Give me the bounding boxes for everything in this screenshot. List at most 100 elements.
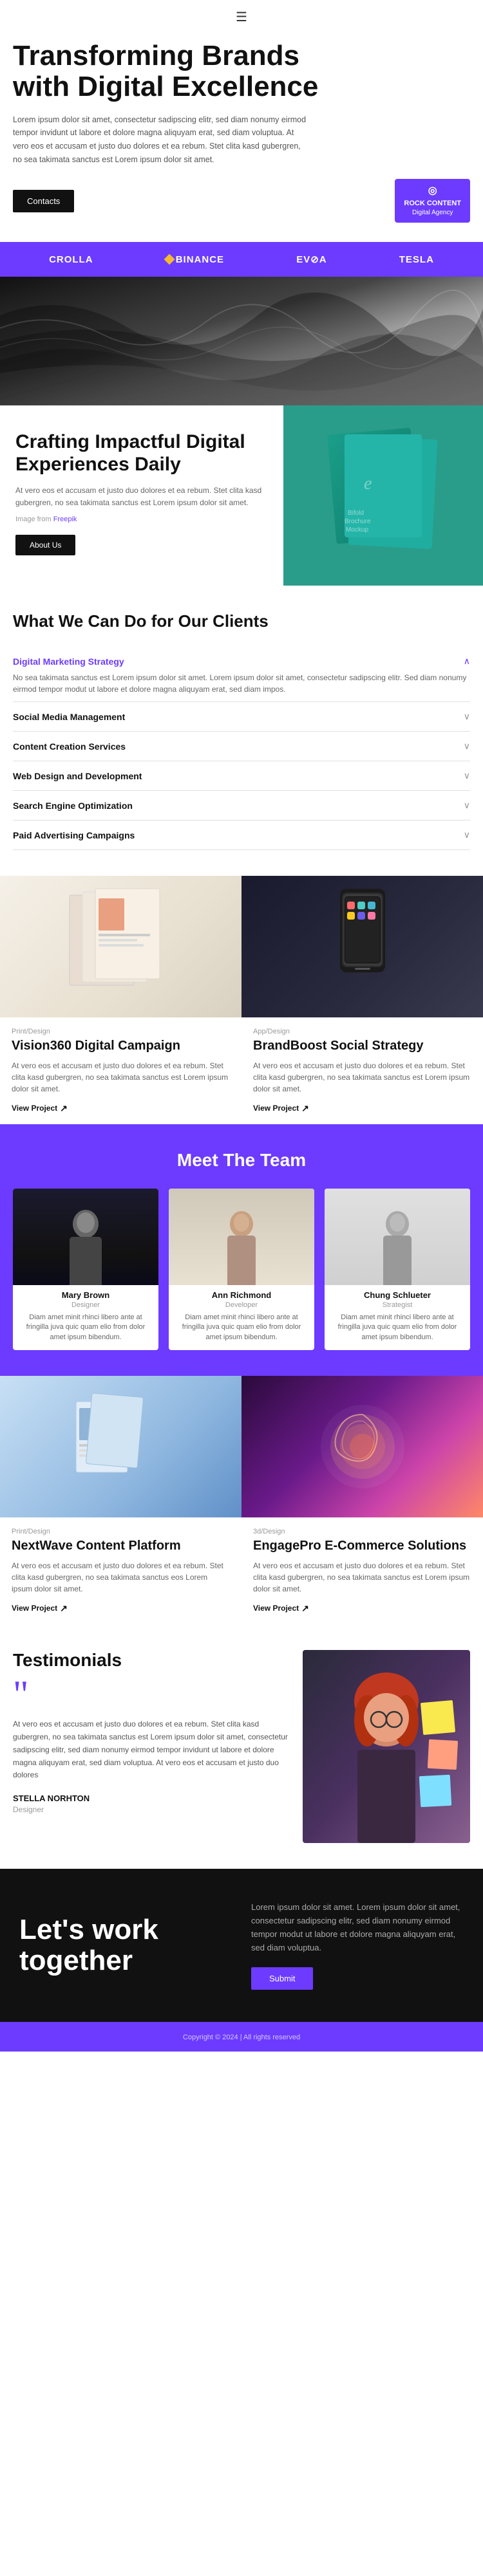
chevron-up-icon-0: ∧ bbox=[464, 656, 470, 667]
service-label-0: Digital Marketing Strategy bbox=[13, 656, 124, 667]
cta-description: Lorem ipsum dolor sit amet. Lorem ipsum … bbox=[251, 1901, 464, 1954]
team-card-0: Mary Brown Designer Diam amet minit rhin… bbox=[13, 1189, 158, 1350]
clients-logos-bar: CROLLA BINANCE EV⊘A TESLA bbox=[0, 242, 483, 277]
crafting-credit-link[interactable]: Freepik bbox=[53, 515, 77, 523]
portfolio-desc-2: At vero eos et accusam et justo duo dolo… bbox=[12, 1560, 230, 1595]
testimonials-image bbox=[303, 1650, 470, 1843]
service-label-2: Content Creation Services bbox=[13, 741, 126, 752]
header: ☰ bbox=[0, 0, 483, 34]
content-platform-img bbox=[63, 1382, 179, 1511]
portfolio-item-1: App/Design BrandBoost Social Strategy At… bbox=[242, 876, 483, 1124]
team-role-2: Strategist bbox=[332, 1301, 462, 1309]
hamburger-menu-icon[interactable]: ☰ bbox=[236, 9, 247, 25]
chevron-down-icon-4: ∨ bbox=[464, 800, 470, 811]
portfolio-tag-0: Print/Design bbox=[12, 1028, 230, 1035]
svg-text:Bifold: Bifold bbox=[348, 510, 364, 517]
portfolio-section-bottom: Print/Design NextWave Content Platform A… bbox=[0, 1376, 483, 1624]
cta-section: Let's work together Lorem ipsum dolor si… bbox=[0, 1869, 483, 2022]
brochure-mockup: e Bifold Brochure Mockup bbox=[319, 418, 448, 573]
service-item-1[interactable]: Social Media Management ∨ bbox=[13, 702, 470, 732]
client-logo-tesla: TESLA bbox=[399, 254, 434, 265]
phone-portfolio-img bbox=[324, 882, 401, 1011]
cta-title: Let's work together bbox=[19, 1914, 232, 1977]
crafting-section: Crafting Impactful Digital Experiences D… bbox=[0, 405, 483, 586]
arrow-right-icon-3: ↗ bbox=[301, 1603, 309, 1614]
team-desc-0: Diam amet minit rhinci libero ante at fr… bbox=[21, 1313, 151, 1342]
contacts-button[interactable]: Contacts bbox=[13, 190, 74, 212]
chevron-down-icon-2: ∨ bbox=[464, 741, 470, 752]
portfolio-title-0: Vision360 Digital Campaign bbox=[12, 1038, 230, 1053]
arrow-right-icon-1: ↗ bbox=[301, 1103, 309, 1114]
service-item-4[interactable]: Search Engine Optimization ∨ bbox=[13, 791, 470, 820]
team-card-1: Ann Richmond Developer Diam amet minit r… bbox=[169, 1189, 314, 1350]
service-desc-0: No sea takimata sanctus est Lorem ipsum … bbox=[13, 672, 470, 695]
team-photo-1 bbox=[169, 1189, 314, 1285]
client-logo-evga: EV⊘A bbox=[296, 254, 327, 265]
crafting-title: Crafting Impactful Digital Experiences D… bbox=[15, 431, 268, 476]
rock-content-badge: ◎ ROCK CONTENT Digital Agency bbox=[395, 179, 470, 223]
hero-title: Transforming Brands with Digital Excelle… bbox=[13, 41, 335, 103]
service-item-3[interactable]: Web Design and Development ∨ bbox=[13, 761, 470, 791]
about-button[interactable]: About Us bbox=[15, 535, 75, 555]
testimonial-name: STELLA NORHTON bbox=[13, 1793, 290, 1803]
portfolio-image-2 bbox=[0, 1376, 242, 1517]
cta-right: Lorem ipsum dolor sit amet. Lorem ipsum … bbox=[251, 1901, 464, 1990]
hero-banner-image bbox=[0, 277, 483, 405]
hero-section: Transforming Brands with Digital Excelle… bbox=[0, 34, 483, 242]
portfolio-content-1: App/Design BrandBoost Social Strategy At… bbox=[242, 1017, 483, 1124]
service-item-0[interactable]: Digital Marketing Strategy ∧ No sea taki… bbox=[13, 647, 470, 702]
services-section: What We Can Do for Our Clients Digital M… bbox=[0, 586, 483, 876]
chevron-down-icon-5: ∨ bbox=[464, 829, 470, 840]
portfolio-image-1 bbox=[242, 876, 483, 1017]
brochure-portfolio-img bbox=[63, 882, 179, 1011]
badge-icon: ◎ bbox=[404, 184, 461, 198]
team-card-2: Chung Schlueter Strategist Diam amet min… bbox=[325, 1189, 470, 1350]
client-logo-crolla: CROLLA bbox=[49, 254, 93, 265]
badge-line2: Digital Agency bbox=[404, 208, 461, 218]
portfolio-desc-1: At vero eos et accusam et justo duo dolo… bbox=[253, 1060, 471, 1095]
testimonial-quote: At vero eos et accusam et justo duo dolo… bbox=[13, 1718, 290, 1782]
portfolio-tag-2: Print/Design bbox=[12, 1528, 230, 1535]
view-project-link-1[interactable]: View Project ↗ bbox=[253, 1103, 309, 1114]
team-role-1: Developer bbox=[176, 1301, 307, 1309]
view-project-link-0[interactable]: View Project ↗ bbox=[12, 1103, 68, 1114]
hero-description: Lorem ipsum dolor sit amet, consectetur … bbox=[13, 113, 309, 167]
portfolio-title-3: EngagePro E-Commerce Solutions bbox=[253, 1538, 471, 1553]
team-desc-1: Diam amet minit rhinci libero ante at fr… bbox=[176, 1313, 307, 1342]
view-project-link-2[interactable]: View Project ↗ bbox=[12, 1603, 68, 1614]
team-name-1: Ann Richmond bbox=[176, 1290, 307, 1300]
testimonial-role: Designer bbox=[13, 1805, 290, 1814]
portfolio-section-top: Print/Design Vision360 Digital Campaign … bbox=[0, 876, 483, 1124]
service-label-3: Web Design and Development bbox=[13, 771, 142, 781]
ecommerce-img bbox=[311, 1389, 414, 1505]
svg-text:Brochure: Brochure bbox=[345, 518, 371, 525]
submit-button[interactable]: Submit bbox=[251, 1967, 313, 1990]
team-title: Meet The Team bbox=[13, 1150, 470, 1171]
team-name-2: Chung Schlueter bbox=[332, 1290, 462, 1300]
chevron-down-icon-3: ∨ bbox=[464, 770, 470, 781]
crafting-credit: Image from Freepik bbox=[15, 515, 268, 523]
portfolio-tag-3: 3d/Design bbox=[253, 1528, 471, 1535]
services-title: What We Can Do for Our Clients bbox=[13, 611, 470, 631]
team-photo-2 bbox=[325, 1189, 470, 1285]
crafting-description: At vero eos et accusam et justo duo dolo… bbox=[15, 485, 268, 509]
arrow-right-icon-0: ↗ bbox=[60, 1103, 68, 1114]
testimonials-section: Testimonials " At vero eos et accusam et… bbox=[0, 1624, 483, 1869]
portfolio-desc-0: At vero eos et accusam et justo duo dolo… bbox=[12, 1060, 230, 1095]
team-photo-0 bbox=[13, 1189, 158, 1285]
crafting-image: e Bifold Brochure Mockup bbox=[283, 405, 483, 586]
wave-decoration bbox=[0, 277, 483, 405]
service-item-2[interactable]: Content Creation Services ∨ bbox=[13, 732, 470, 761]
portfolio-content-0: Print/Design Vision360 Digital Campaign … bbox=[0, 1017, 242, 1124]
cta-left: Let's work together bbox=[19, 1914, 232, 1977]
view-project-link-3[interactable]: View Project ↗ bbox=[253, 1603, 309, 1614]
service-item-5[interactable]: Paid Advertising Campaigns ∨ bbox=[13, 820, 470, 850]
service-label-4: Search Engine Optimization bbox=[13, 801, 133, 811]
portfolio-item-0: Print/Design Vision360 Digital Campaign … bbox=[0, 876, 242, 1124]
footer-text: Copyright © 2024 | All rights reserved bbox=[183, 2034, 300, 2041]
svg-text:Mockup: Mockup bbox=[346, 526, 368, 533]
service-label-5: Paid Advertising Campaigns bbox=[13, 830, 135, 840]
testimonial-person-img bbox=[303, 1650, 470, 1843]
portfolio-item-2: Print/Design NextWave Content Platform A… bbox=[0, 1376, 242, 1624]
portfolio-content-3: 3d/Design EngagePro E-Commerce Solutions… bbox=[242, 1517, 483, 1624]
